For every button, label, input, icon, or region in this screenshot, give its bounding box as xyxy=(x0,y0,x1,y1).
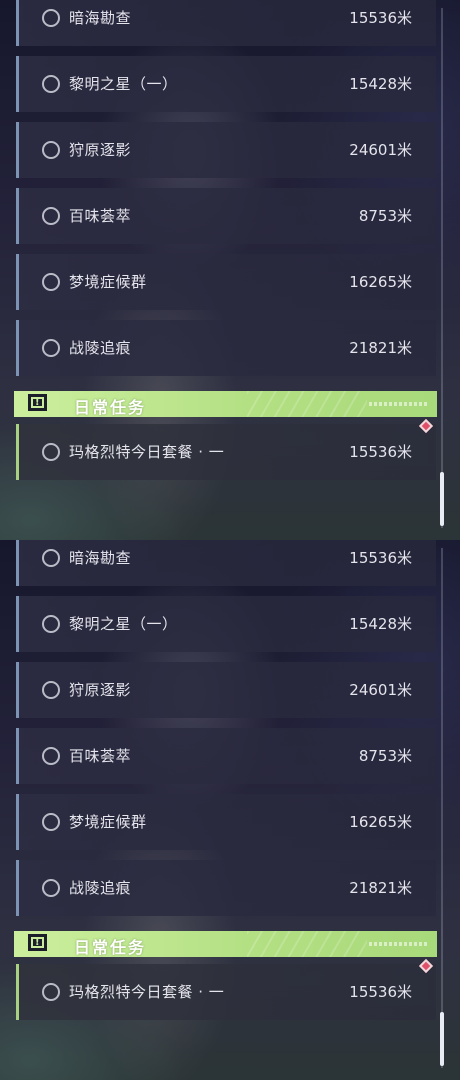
quest-panel-bottom: 暗海勘查 15536米 黎明之星（一） 15428米 狩原逐影 24601米 百… xyxy=(0,540,460,1080)
quest-distance: 16265米 xyxy=(349,813,412,831)
quest-row[interactable]: 狩原逐影 24601米 xyxy=(16,662,436,718)
quest-name: 战陵追痕 xyxy=(69,339,132,357)
section-decoration xyxy=(247,391,367,417)
quest-name: 玛格烈特今日套餐 · 一 xyxy=(69,983,225,1001)
quest-status-circle-icon xyxy=(42,983,60,1001)
quest-row[interactable]: 黎明之星（一） 15428米 xyxy=(16,596,436,652)
quest-status-circle-icon xyxy=(42,207,60,225)
quest-row[interactable]: 暗海勘查 15536米 xyxy=(16,0,436,46)
quest-list: 暗海勘查 15536米 黎明之星（一） 15428米 狩原逐影 24601米 百… xyxy=(0,540,460,1080)
scrollbar-track[interactable] xyxy=(441,548,443,1068)
section-decoration xyxy=(369,402,429,406)
daily-quest-row[interactable]: 玛格烈特今日套餐 · 一 15536米 xyxy=(16,964,436,1020)
quest-row[interactable]: 黎明之星（一） 15428米 xyxy=(16,56,436,112)
quest-list: 暗海勘查 15536米 黎明之星（一） 15428米 狩原逐影 24601米 百… xyxy=(0,0,460,540)
quest-distance: 15536米 xyxy=(349,983,412,1001)
scrollbar-track[interactable] xyxy=(441,8,443,528)
quest-name: 暗海勘查 xyxy=(69,9,132,27)
quest-status-circle-icon xyxy=(42,9,60,27)
scrollbar-thumb[interactable] xyxy=(440,1012,444,1066)
daily-quest-section-header[interactable]: ! 日常任务 xyxy=(14,391,437,417)
quest-distance: 15428米 xyxy=(349,75,412,93)
quest-distance: 21821米 xyxy=(349,879,412,897)
quest-status-circle-icon xyxy=(42,879,60,897)
quest-row[interactable]: 梦境症候群 16265米 xyxy=(16,254,436,310)
quest-name: 黎明之星（一） xyxy=(69,615,178,633)
quest-name: 玛格烈特今日套餐 · 一 xyxy=(69,443,225,461)
quest-distance: 8753米 xyxy=(358,207,412,225)
quest-status-circle-icon xyxy=(42,141,60,159)
quest-row[interactable]: 梦境症候群 16265米 xyxy=(16,794,436,850)
quest-distance: 15536米 xyxy=(349,549,412,567)
section-title: 日常任务 xyxy=(74,938,147,957)
quest-distance: 15536米 xyxy=(349,443,412,461)
quest-distance: 24601米 xyxy=(349,681,412,699)
quest-row[interactable]: 暗海勘查 15536米 xyxy=(16,540,436,586)
quest-status-circle-icon xyxy=(42,339,60,357)
quest-status-circle-icon xyxy=(42,549,60,567)
quest-status-circle-icon xyxy=(42,443,60,461)
quest-distance: 8753米 xyxy=(358,747,412,765)
quest-row[interactable]: 百味荟萃 8753米 xyxy=(16,188,436,244)
quest-distance: 16265米 xyxy=(349,273,412,291)
quest-name: 战陵追痕 xyxy=(69,879,132,897)
quest-status-circle-icon xyxy=(42,747,60,765)
quest-name: 百味荟萃 xyxy=(69,207,132,225)
quest-panel-top: 暗海勘查 15536米 黎明之星（一） 15428米 狩原逐影 24601米 百… xyxy=(0,0,460,540)
quest-distance: 15536米 xyxy=(349,9,412,27)
quest-name: 狩原逐影 xyxy=(69,681,132,699)
daily-quest-row[interactable]: 玛格烈特今日套餐 · 一 15536米 xyxy=(16,424,436,480)
quest-name: 黎明之星（一） xyxy=(69,75,178,93)
quest-row[interactable]: 狩原逐影 24601米 xyxy=(16,122,436,178)
section-decoration xyxy=(247,931,367,957)
quest-status-circle-icon xyxy=(42,681,60,699)
section-title: 日常任务 xyxy=(74,398,147,417)
quest-name: 百味荟萃 xyxy=(69,747,132,765)
quest-status-circle-icon xyxy=(42,75,60,93)
quest-name: 梦境症候群 xyxy=(69,273,147,291)
quest-status-circle-icon xyxy=(42,615,60,633)
quest-row[interactable]: 百味荟萃 8753米 xyxy=(16,728,436,784)
quest-name: 狩原逐影 xyxy=(69,141,132,159)
section-decoration xyxy=(369,942,429,946)
exclamation-icon: ! xyxy=(28,394,47,411)
exclamation-icon: ! xyxy=(28,934,47,951)
quest-distance: 21821米 xyxy=(349,339,412,357)
quest-name: 暗海勘查 xyxy=(69,549,132,567)
quest-status-circle-icon xyxy=(42,273,60,291)
quest-distance: 24601米 xyxy=(349,141,412,159)
daily-quest-section-header[interactable]: ! 日常任务 xyxy=(14,931,437,957)
scrollbar-thumb[interactable] xyxy=(440,472,444,526)
quest-row[interactable]: 战陵追痕 21821米 xyxy=(16,860,436,916)
quest-distance: 15428米 xyxy=(349,615,412,633)
quest-status-circle-icon xyxy=(42,813,60,831)
quest-name: 梦境症候群 xyxy=(69,813,147,831)
quest-row[interactable]: 战陵追痕 21821米 xyxy=(16,320,436,376)
